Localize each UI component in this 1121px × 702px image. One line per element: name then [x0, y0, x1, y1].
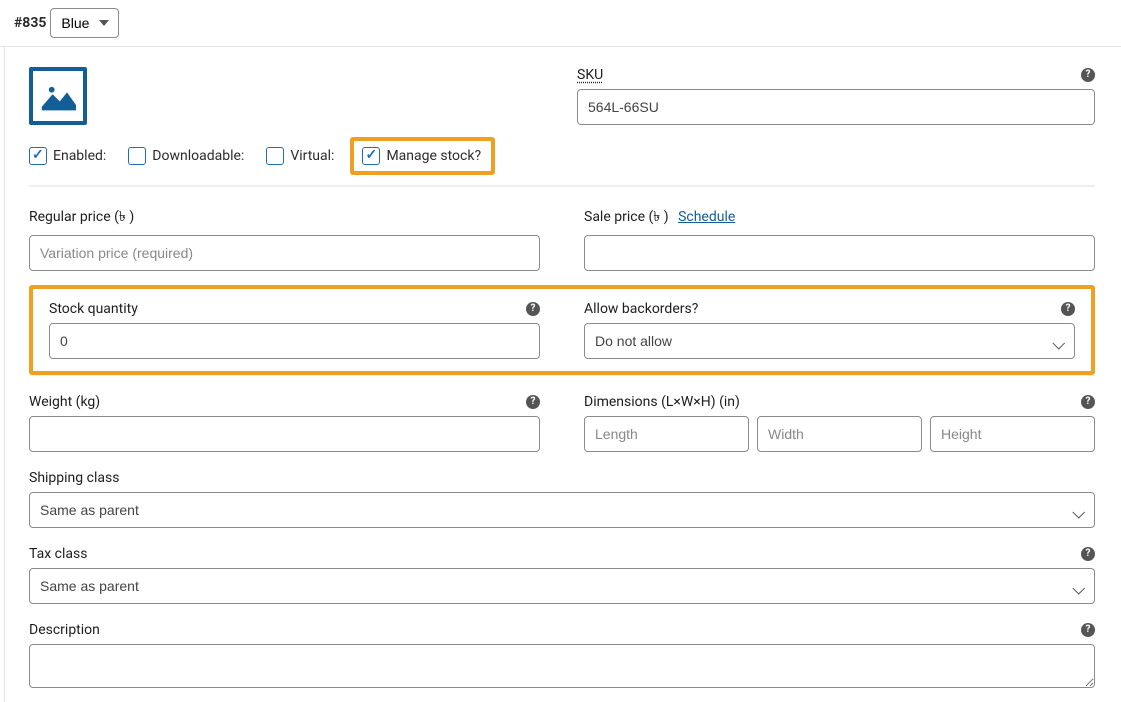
- pricing-row: Regular price (৳ ) Sale price (৳ ) Sched…: [29, 186, 1095, 271]
- dimensions-label-row: Dimensions (L×W×H) (in) ?: [584, 394, 1095, 410]
- image-icon: [40, 81, 76, 111]
- weight-label-row: Weight (kg) ?: [29, 394, 540, 410]
- dimensions-inputs: [584, 416, 1095, 452]
- manage-stock-highlight: Manage stock?: [350, 137, 495, 175]
- sku-label: SKU: [577, 67, 603, 83]
- weight-input[interactable]: [29, 416, 540, 452]
- weight-dim-row: Weight (kg) ? Dimensions (L×W×H) (in) ?: [29, 375, 1095, 452]
- tax-row: Tax class ? Same as parent: [29, 528, 1095, 604]
- attribute-select-wrap: Blue: [50, 8, 119, 38]
- length-input[interactable]: [584, 416, 749, 452]
- stock-quantity-label-row: Stock quantity ?: [49, 301, 540, 317]
- help-icon[interactable]: ?: [1081, 547, 1095, 561]
- attribute-select[interactable]: Blue: [50, 8, 119, 38]
- schedule-link[interactable]: Schedule: [678, 209, 735, 225]
- backorders-label-row: Allow backorders? ?: [584, 301, 1075, 317]
- sku-input[interactable]: [577, 89, 1095, 125]
- description-label: Description: [29, 622, 100, 638]
- enabled-checkbox[interactable]: [29, 147, 47, 165]
- backorders-label: Allow backorders?: [584, 301, 698, 317]
- shipping-row: Shipping class Same as parent: [29, 452, 1095, 528]
- weight-label: Weight (kg): [29, 394, 100, 410]
- help-icon[interactable]: ?: [526, 302, 540, 316]
- help-icon[interactable]: ?: [1081, 395, 1095, 409]
- help-icon[interactable]: ?: [1081, 623, 1095, 637]
- stock-highlight: Stock quantity ? Allow backorders? ? Do …: [29, 285, 1095, 375]
- regular-price-input[interactable]: [29, 235, 540, 271]
- description-row: Description ?: [29, 604, 1095, 692]
- checkbox-row: Enabled: Downloadable: Virtual: Manage s…: [29, 137, 1095, 186]
- downloadable-checkbox-item[interactable]: Downloadable:: [128, 147, 244, 165]
- shipping-class-select[interactable]: Same as parent: [29, 492, 1095, 528]
- variation-body: SKU ? Enabled: Downloadable: Virtual: Ma…: [4, 47, 1121, 702]
- tax-class-select[interactable]: Same as parent: [29, 568, 1095, 604]
- sku-label-row: SKU ?: [577, 67, 1095, 83]
- help-icon[interactable]: ?: [1061, 302, 1075, 316]
- help-icon[interactable]: ?: [1081, 68, 1095, 82]
- description-label-row: Description ?: [29, 622, 1095, 638]
- virtual-label: Virtual:: [290, 148, 334, 164]
- variation-id: #835: [14, 15, 46, 31]
- stock-quantity-input[interactable]: [49, 323, 540, 359]
- manage-stock-checkbox[interactable]: [362, 147, 380, 165]
- downloadable-label: Downloadable:: [152, 148, 244, 164]
- tax-class-label: Tax class: [29, 546, 87, 562]
- sale-price-label-row: Sale price (৳ ) Schedule: [584, 205, 1095, 229]
- enabled-label: Enabled:: [53, 148, 106, 164]
- sale-price-input[interactable]: [584, 235, 1095, 271]
- shipping-class-label: Shipping class: [29, 470, 1095, 486]
- manage-stock-checkbox-item[interactable]: Manage stock?: [362, 147, 481, 165]
- variation-header: #835 Blue: [0, 0, 1121, 47]
- help-icon[interactable]: ?: [526, 395, 540, 409]
- virtual-checkbox[interactable]: [266, 147, 284, 165]
- backorders-select[interactable]: Do not allow: [584, 323, 1075, 359]
- downloadable-checkbox[interactable]: [128, 147, 146, 165]
- description-textarea[interactable]: [29, 644, 1095, 688]
- stock-quantity-label: Stock quantity: [49, 301, 138, 317]
- sale-price-label: Sale price (৳ ): [584, 209, 669, 225]
- width-input[interactable]: [757, 416, 922, 452]
- dimensions-label: Dimensions (L×W×H) (in): [584, 394, 740, 410]
- manage-stock-label: Manage stock?: [386, 148, 481, 164]
- variation-image-placeholder[interactable]: [29, 67, 87, 125]
- virtual-checkbox-item[interactable]: Virtual:: [266, 147, 334, 165]
- height-input[interactable]: [930, 416, 1095, 452]
- regular-price-label: Regular price (৳ ): [29, 205, 540, 229]
- enabled-checkbox-item[interactable]: Enabled:: [29, 147, 106, 165]
- tax-class-label-row: Tax class ?: [29, 546, 1095, 562]
